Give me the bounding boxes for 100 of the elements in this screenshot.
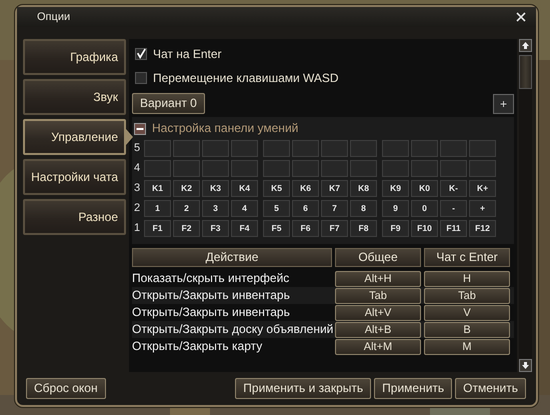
key-slot[interactable]: 0 [411, 200, 438, 217]
key-slot[interactable]: F6 [292, 220, 319, 237]
key-slot[interactable]: K6 [292, 180, 319, 197]
variant-button[interactable]: Вариант 0 [132, 93, 205, 114]
key-binding-button[interactable]: Tab [335, 288, 421, 304]
reset-windows-button[interactable]: Сброс окон [26, 378, 106, 399]
key-slot[interactable]: F4 [231, 220, 258, 237]
key-slot[interactable]: 8 [350, 200, 377, 217]
key-binding-button[interactable]: Alt+B [335, 322, 421, 338]
sidebar-tab[interactable]: Управление [23, 119, 126, 155]
key-slot[interactable] [382, 160, 409, 177]
action-label: Показать/скрыть интерфейс [132, 270, 290, 287]
key-slot[interactable] [350, 140, 377, 157]
key-slot[interactable]: K+ [469, 180, 496, 197]
key-slot[interactable]: F2 [173, 220, 200, 237]
key-slot[interactable]: 7 [321, 200, 348, 217]
column-header[interactable]: Действие [132, 248, 332, 267]
key-slot[interactable] [321, 140, 348, 157]
panel-title: Настройка панели умений [152, 120, 298, 137]
scrollbar-thumb[interactable] [519, 55, 532, 89]
key-slot[interactable] [202, 160, 229, 177]
key-slot[interactable] [231, 160, 258, 177]
key-binding-button[interactable]: Tab [424, 288, 510, 304]
key-slot[interactable] [469, 140, 496, 157]
key-slot[interactable] [411, 140, 438, 157]
action-label: Открыть/Закрыть доску объявлений [132, 321, 332, 338]
row-number: 5 [134, 141, 142, 156]
key-slot[interactable] [440, 140, 467, 157]
footer-button[interactable]: Применить [374, 378, 452, 399]
action-label: Открыть/Закрыть инвентарь [132, 287, 291, 304]
key-slot[interactable] [173, 140, 200, 157]
key-slot[interactable]: F12 [469, 220, 496, 237]
key-slot[interactable]: F3 [202, 220, 229, 237]
key-slot[interactable]: + [469, 200, 496, 217]
key-slot[interactable] [411, 160, 438, 177]
key-slot[interactable]: F10 [411, 220, 438, 237]
key-slot[interactable]: 2 [173, 200, 200, 217]
key-slot[interactable] [292, 140, 319, 157]
key-slot[interactable] [202, 140, 229, 157]
row-number: 1 [134, 221, 142, 236]
key-slot[interactable]: K5 [263, 180, 290, 197]
key-binding-button[interactable]: B [424, 322, 510, 338]
key-binding-button[interactable]: M [424, 338, 510, 354]
key-slot[interactable]: F7 [321, 220, 348, 237]
key-slot[interactable]: F1 [144, 220, 171, 237]
key-slot[interactable]: 6 [292, 200, 319, 217]
key-binding-button[interactable]: V [424, 304, 510, 320]
key-slot[interactable]: K3 [202, 180, 229, 197]
key-binding-button[interactable]: Alt+H [335, 270, 421, 286]
key-slot[interactable] [263, 140, 290, 157]
key-binding-button[interactable]: Alt+V [335, 304, 421, 320]
key-slot[interactable] [173, 160, 200, 177]
key-slot[interactable]: 1 [144, 200, 171, 217]
key-binding-button[interactable]: Alt+M [335, 338, 421, 354]
key-slot[interactable] [440, 160, 467, 177]
key-slot[interactable] [350, 160, 377, 177]
scroll-down-icon[interactable] [519, 359, 532, 372]
key-slot[interactable]: F8 [350, 220, 377, 237]
key-slot[interactable]: F5 [263, 220, 290, 237]
key-slot[interactable] [321, 160, 348, 177]
key-slot[interactable]: K4 [231, 180, 258, 197]
add-button[interactable]: + [492, 94, 514, 114]
key-slot[interactable] [469, 160, 496, 177]
close-icon[interactable] [516, 12, 526, 22]
checkbox[interactable] [135, 48, 147, 60]
key-slot[interactable]: K8 [350, 180, 377, 197]
key-slot[interactable]: 3 [202, 200, 229, 217]
key-slot[interactable] [263, 160, 290, 177]
sidebar-tab[interactable]: Звук [23, 79, 126, 115]
footer-button[interactable]: Применить и закрыть [235, 378, 372, 399]
key-slot[interactable] [382, 140, 409, 157]
key-slot[interactable]: F9 [382, 220, 409, 237]
key-binding-button[interactable]: H [424, 270, 510, 286]
key-slot[interactable] [231, 140, 258, 157]
key-slot[interactable]: K- [440, 180, 467, 197]
action-label: Открыть/Закрыть карту [132, 338, 264, 355]
key-slot[interactable]: 5 [263, 200, 290, 217]
scroll-up-icon[interactable] [519, 39, 532, 52]
key-slot[interactable]: K7 [321, 180, 348, 197]
key-slot[interactable]: K0 [411, 180, 438, 197]
sidebar-tab[interactable]: Настройки чата [23, 159, 126, 195]
row-number: 2 [134, 201, 142, 216]
key-slot[interactable]: K9 [382, 180, 409, 197]
window-title: Опции [37, 10, 70, 25]
column-header[interactable]: Чат с Enter [424, 248, 510, 267]
key-slot[interactable] [144, 160, 171, 177]
key-slot[interactable] [292, 160, 319, 177]
column-header[interactable]: Общее [335, 248, 421, 267]
key-slot[interactable]: 9 [382, 200, 409, 217]
checkbox[interactable] [135, 72, 147, 84]
row-number: 3 [134, 181, 142, 196]
key-slot[interactable]: F11 [440, 220, 467, 237]
key-slot[interactable]: K2 [173, 180, 200, 197]
key-slot[interactable]: 4 [231, 200, 258, 217]
footer-button[interactable]: Отменить [455, 378, 526, 399]
checkbox-label: Перемещение клавишами WASD [153, 70, 339, 87]
key-slot[interactable]: - [440, 200, 467, 217]
sidebar-tab[interactable]: Разное [23, 199, 126, 235]
key-slot[interactable]: K1 [144, 180, 171, 197]
sidebar-tab[interactable]: Графика [23, 39, 126, 75]
